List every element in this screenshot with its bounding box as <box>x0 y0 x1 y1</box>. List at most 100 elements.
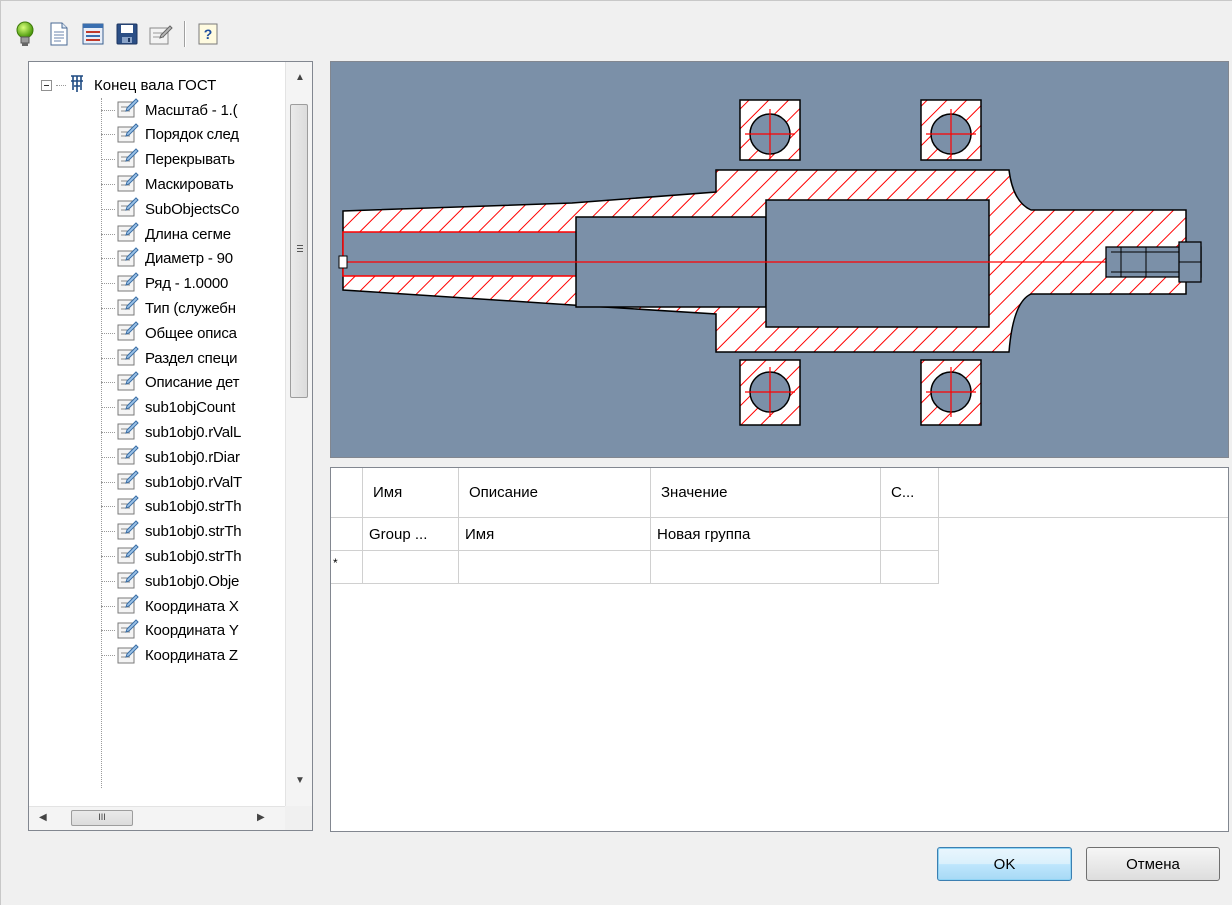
column-header-filler <box>939 468 1228 518</box>
new-row-cell-description[interactable] <box>459 551 651 584</box>
tree-connector <box>101 134 115 136</box>
tree-connector <box>101 580 115 582</box>
tree-item[interactable]: Ряд - 1.0000 <box>101 271 229 297</box>
edit-properties-icon[interactable] <box>146 19 176 49</box>
left-end-marker <box>338 255 348 269</box>
cancel-button[interactable]: Отмена <box>1086 847 1220 881</box>
small-bore <box>342 231 579 277</box>
tree-panel: Конец вала ГОСТ Масштаб - 1.( Порядок сле… <box>28 61 313 831</box>
tree-horizontal-scrollbar[interactable]: ◀ III ▶ <box>29 806 285 830</box>
tree-item[interactable]: sub1objCount <box>101 395 235 420</box>
ok-button[interactable]: OK <box>937 847 1072 881</box>
horizontal-scroll-thumb[interactable]: III <box>71 810 133 826</box>
tree-item[interactable]: sub1obj0.strTh <box>101 544 242 568</box>
tree-connector <box>101 208 115 210</box>
shaft-component-icon <box>68 73 86 97</box>
tree-item[interactable]: Координата Y <box>101 619 239 643</box>
tree-item[interactable]: sub1obj0.rValL <box>101 420 241 444</box>
svg-text:?: ? <box>204 26 213 42</box>
tree-item-label: Раздел специ <box>145 349 238 367</box>
new-row-cell-name[interactable] <box>363 551 459 584</box>
tree-item[interactable]: Длина сегме <box>101 222 231 246</box>
tree-item-label: sub1obj0.rValT <box>145 473 242 491</box>
cell-value[interactable]: Новая группа <box>651 518 881 551</box>
tree-item[interactable]: sub1obj0.Obje <box>101 569 239 593</box>
tree-connector <box>101 431 115 433</box>
tree-item[interactable]: Порядок след <box>101 123 239 147</box>
tree-item-label: Порядок след <box>145 126 239 144</box>
property-icon <box>117 171 139 197</box>
lightbulb-icon[interactable] <box>10 19 40 49</box>
property-icon <box>117 295 139 321</box>
save-icon[interactable] <box>112 19 142 49</box>
tree-item[interactable]: sub1obj0.rDiar <box>101 445 240 469</box>
tree-item-label: Координата Y <box>145 622 239 640</box>
tree-item[interactable]: Описание дет <box>101 371 239 395</box>
tree-item[interactable]: sub1obj0.rValT <box>101 470 242 494</box>
tree-item[interactable]: sub1obj0.strTh <box>101 519 242 544</box>
bearing-bottom-left <box>739 359 801 426</box>
vertical-scroll-thumb[interactable] <box>290 104 308 398</box>
tree-connector <box>101 283 115 285</box>
tree-connector <box>101 630 115 632</box>
tree-item[interactable]: Координата X <box>101 594 239 618</box>
tree-item[interactable]: sub1obj0.strTh <box>101 494 242 520</box>
row-header[interactable] <box>331 518 363 551</box>
cell-description[interactable]: Имя <box>459 518 651 551</box>
new-row-cell-value[interactable] <box>651 551 881 584</box>
tree-item[interactable]: Маскировать <box>101 171 234 197</box>
column-header-description[interactable]: Описание <box>459 468 651 518</box>
tree-item[interactable]: Тип (служебн <box>101 296 236 320</box>
cell-extra[interactable] <box>881 518 939 551</box>
help-icon[interactable]: ? <box>193 19 223 49</box>
large-bore <box>765 199 990 328</box>
new-row-marker[interactable]: * <box>331 551 363 584</box>
column-header-extra[interactable]: С... <box>881 468 939 518</box>
tree-item-label: Длина сегме <box>145 225 231 243</box>
cell-name[interactable]: Group ... <box>363 518 459 551</box>
shaft-drawing <box>338 99 1202 426</box>
properties-grid: Имя Описание Значение С... Group ... Имя… <box>330 467 1229 832</box>
property-icon <box>117 618 139 644</box>
scroll-right-icon[interactable]: ▶ <box>257 812 265 823</box>
tree-root-node[interactable]: Конец вала ГОСТ <box>41 74 216 96</box>
property-icon <box>117 345 139 371</box>
scroll-up-icon[interactable]: ▲ <box>295 72 305 83</box>
tree-item-label: Общее описа <box>145 324 237 342</box>
tree-root-label: Конец вала ГОСТ <box>94 76 217 94</box>
tree-item[interactable]: Перекрывать <box>101 147 235 172</box>
tree-connector <box>101 605 115 607</box>
property-icon <box>117 246 139 272</box>
bearing-top-right <box>920 99 982 161</box>
scroll-down-icon[interactable]: ▼ <box>295 775 305 786</box>
tree-item[interactable]: SubObjectsCo <box>101 196 240 222</box>
tree-item-label: sub1obj0.strTh <box>145 523 242 541</box>
new-document-icon[interactable] <box>44 19 74 49</box>
tree-connector <box>101 481 115 483</box>
tree-item[interactable]: Общее описа <box>101 321 237 345</box>
tree-item-label: sub1obj0.strTh <box>145 498 242 516</box>
property-icon <box>117 97 139 123</box>
tree-item-label: Ряд - 1.0000 <box>145 275 229 293</box>
tree-item[interactable]: Масштаб - 1.( <box>101 97 238 123</box>
tree-item-label: sub1obj0.strTh <box>145 547 242 565</box>
tree-item-label: Координата X <box>145 597 239 615</box>
column-header-value[interactable]: Значение <box>651 468 881 518</box>
property-icon <box>117 370 139 396</box>
tree-item[interactable]: Раздел специ <box>101 346 237 370</box>
column-header-name[interactable]: Имя <box>363 468 459 518</box>
property-icon <box>117 444 139 470</box>
tree-connector <box>101 258 115 260</box>
scroll-left-icon[interactable]: ◀ <box>39 812 47 823</box>
new-row-cell-extra[interactable] <box>881 551 939 584</box>
property-icon <box>117 494 139 520</box>
tree-item[interactable]: Диаметр - 90 <box>101 247 233 271</box>
property-icon <box>117 196 139 222</box>
tree-item[interactable]: Координата Z <box>101 643 238 668</box>
tree-vertical-scrollbar[interactable]: ▲ ▼ <box>285 62 312 807</box>
grip-icon <box>297 245 303 246</box>
property-icon <box>117 271 139 297</box>
collapse-toggle[interactable] <box>41 79 52 91</box>
properties-sheet-icon[interactable] <box>78 19 108 49</box>
tree-connector <box>101 357 115 359</box>
